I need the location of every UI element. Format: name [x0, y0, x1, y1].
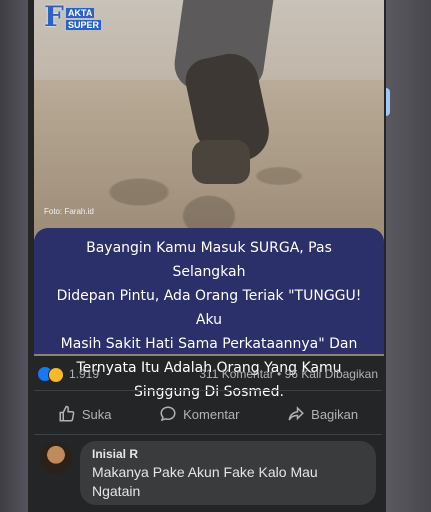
boot-heel-shape — [192, 140, 250, 184]
share-button[interactable]: Bagikan — [287, 405, 358, 423]
post-card: F AKTA SUPER Foto: Farah.id Bayangin Kam… — [28, 0, 386, 512]
thumbs-up-icon — [59, 405, 75, 422]
share-label: Bagikan — [311, 406, 359, 422]
share-icon — [288, 406, 304, 421]
divider — [34, 390, 382, 391]
comment-text: Makanya Pake Akun Fake Kalo Mau Ngatain — [92, 463, 364, 501]
sad-reaction-icon[interactable] — [48, 367, 64, 383]
comment-bubble[interactable]: Inisial R Makanya Pake Akun Fake Kalo Ma… — [80, 441, 376, 505]
logo-line-1: AKTA — [66, 8, 95, 18]
like-button[interactable]: Suka — [58, 405, 112, 423]
background-right — [386, 0, 431, 512]
background-left — [0, 0, 28, 512]
reaction-count[interactable]: 1.919 — [69, 367, 99, 381]
comment-author[interactable]: Inisial R — [92, 447, 364, 461]
divider — [34, 434, 382, 435]
quote-line: Didepan Pintu, Ada Orang Teriak "TUNGGU!… — [56, 288, 362, 328]
comments-shares-count[interactable]: 311 Komentar • 96 Kali Dibagikan — [199, 367, 378, 381]
comment-button[interactable]: Komentar — [159, 405, 240, 423]
like-label: Suka — [81, 406, 112, 422]
commenter-avatar[interactable] — [40, 442, 72, 474]
quote-line: Masih Sakit Hati Sama Perkataannya" Dan — [60, 336, 358, 352]
quote-box: Bayangin Kamu Masuk SURGA, Pas Selangkah… — [34, 228, 384, 400]
post-stats: 1.919 311 Komentar • 96 Kali Dibagikan — [34, 362, 382, 386]
comment-line: Ngatain — [92, 483, 141, 499]
photo-credit: Foto: Farah.id — [44, 207, 94, 216]
quote-line: Bayangin Kamu Masuk SURGA, Pas Selangkah — [86, 240, 332, 280]
comment-icon — [160, 406, 176, 422]
logo-letter: F — [44, 0, 64, 33]
action-bar: Suka Komentar Bagikan — [34, 398, 382, 430]
comment-label: Komentar — [183, 406, 240, 422]
logo-line-2: SUPER — [66, 20, 102, 30]
comment-line: Makanya Pake Akun Fake Kalo Mau — [92, 464, 318, 480]
